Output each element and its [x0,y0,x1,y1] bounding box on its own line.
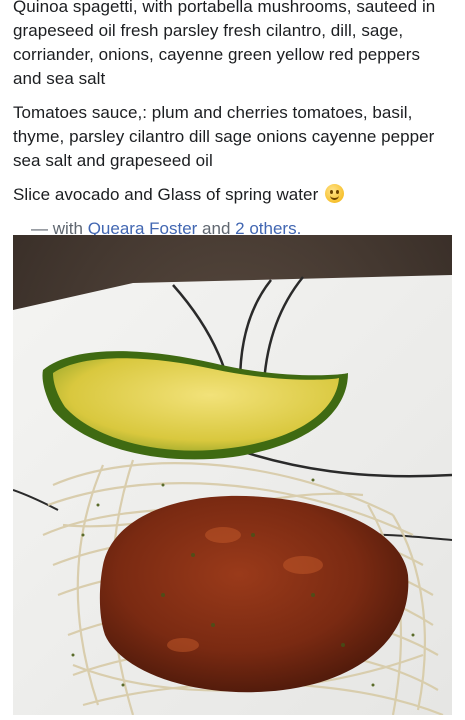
food-photo-illustration [13,235,452,715]
post-paragraph-2: Tomatoes sauce,: plum and cherries tomat… [13,103,435,170]
post-text: Quinoa spagetti, with portabella mushroo… [0,0,465,241]
post-paragraph-3-text: Slice avocado and Glass of spring water [13,185,319,204]
post-paragraph-3: Slice avocado and Glass of spring water [13,183,451,207]
tomato-sauce [99,495,409,693]
post-photo[interactable] [13,235,452,715]
post: Quinoa spagetti, with portabella mushroo… [0,0,465,715]
post-paragraph-1: Quinoa spagetti, with portabella mushroo… [13,0,436,88]
smiling-face-icon [325,184,345,203]
